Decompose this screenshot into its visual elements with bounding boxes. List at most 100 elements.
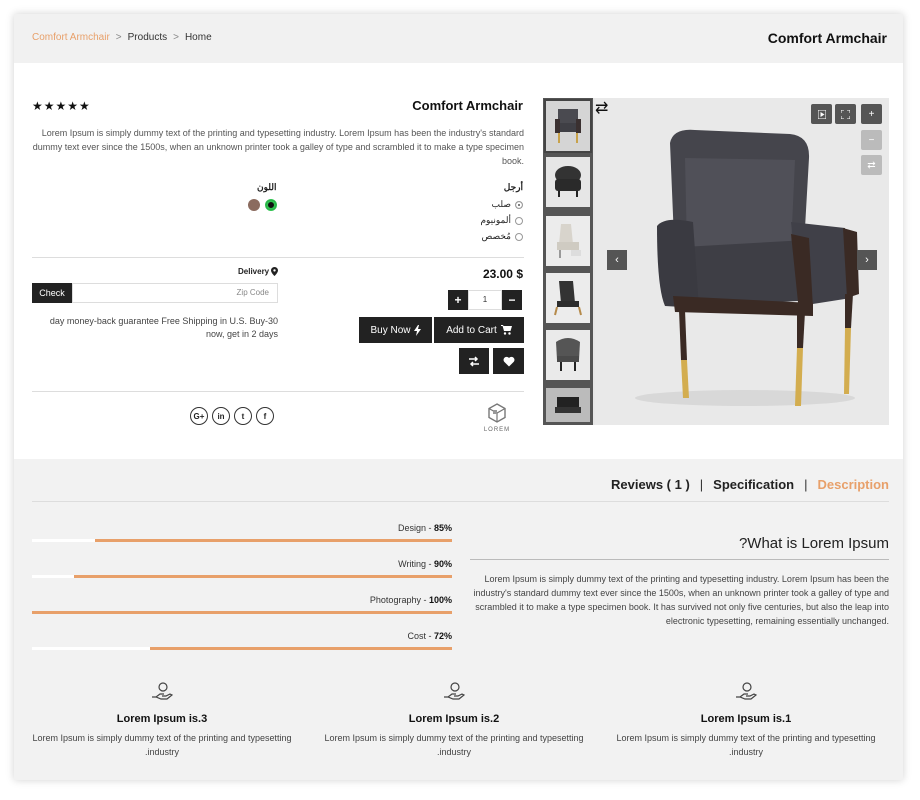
skill-track — [32, 611, 452, 614]
skill-percent: 100% — [428, 595, 452, 605]
chevron-right-icon: > — [173, 32, 179, 43]
skill-percent: 85% — [433, 523, 452, 533]
skill-bar-writing: Writing - 90% — [32, 559, 452, 578]
divider — [32, 257, 524, 258]
breadcrumb: Comfort Armchair > Products > Home — [32, 32, 212, 43]
thumbnail-2[interactable] — [546, 157, 590, 207]
armchair-image — [595, 98, 889, 425]
about-title: ?What is Lorem Ipsum — [738, 535, 889, 552]
google-plus-icon[interactable]: G+ — [190, 407, 208, 425]
brand-name: LOREM — [483, 427, 511, 433]
tab-specification[interactable]: Specification — [713, 477, 794, 492]
check-button[interactable]: Check — [32, 283, 72, 303]
armchair-thumbnail-icon — [555, 397, 581, 413]
linkedin-icon[interactable]: in — [212, 407, 230, 425]
radio-selected-icon[interactable] — [515, 200, 523, 209]
skill-fill — [74, 575, 452, 578]
tab-description[interactable]: Description — [817, 477, 889, 492]
skill-fill — [32, 611, 452, 614]
page-title: Comfort Armchair — [767, 30, 887, 46]
feature-text: Lorem Ipsum is simply dummy text of the … — [32, 733, 292, 757]
skill-name: Writing — [398, 559, 426, 569]
thumbnail-4[interactable] — [546, 273, 590, 323]
feature-title: Lorem Ipsum is.1 — [700, 713, 792, 725]
reset-icon[interactable]: ⇄ — [861, 155, 882, 175]
quantity-input[interactable]: 1 — [468, 290, 502, 310]
skill-label: Design - 85% — [397, 523, 452, 533]
brand-logo: LOREM — [482, 402, 512, 433]
skill-track — [32, 575, 452, 578]
color-swatch-brown[interactable] — [248, 199, 260, 211]
thumbnail-1[interactable] — [544, 99, 592, 153]
swap-arrows-icon[interactable]: ⇄ — [595, 98, 608, 118]
zoom-out-icon[interactable]: − — [861, 130, 882, 150]
top-bar: Comfort Armchair > Products > Home Comfo… — [14, 14, 903, 63]
lightning-icon — [413, 324, 421, 336]
skill-label: Cost - 72% — [407, 631, 452, 641]
feature-card-3: Lorem Ipsum is.3 Lorem Ipsum is simply d… — [26, 681, 298, 759]
breadcrumb-current: Comfort Armchair — [32, 32, 110, 43]
legs-label: أرجل — [503, 182, 523, 192]
thumbnail-6[interactable] — [546, 388, 590, 422]
product-title: Comfort Armchair — [412, 98, 523, 113]
leg-option-solid[interactable]: صلب — [492, 199, 523, 210]
delivery-text: Delivery — [238, 267, 270, 276]
divider — [470, 559, 889, 560]
hand-coin-icon — [610, 681, 882, 707]
guarantee-text: day money-back guarantee Free Shipping i… — [49, 316, 278, 339]
thumbnail-3[interactable] — [546, 216, 590, 266]
armchair-thumbnail-icon — [557, 224, 581, 258]
tab-reviews[interactable]: Reviews ( 1 ) — [611, 477, 690, 492]
breadcrumb-link-home[interactable]: Home — [185, 32, 212, 43]
compare-button[interactable] — [459, 348, 489, 374]
cart-icon — [500, 325, 512, 335]
color-label: اللون — [257, 182, 277, 192]
compare-arrows-icon — [469, 355, 479, 367]
skill-name: Cost — [407, 631, 426, 641]
zoom-in-icon[interactable]: + — [861, 104, 882, 124]
armchair-thumbnail-icon — [554, 281, 582, 316]
feature-title: Lorem Ipsum is.2 — [408, 713, 500, 725]
buy-now-button[interactable]: Buy Now — [359, 317, 432, 343]
divider — [32, 391, 524, 392]
product-gallery: ⇄ + − ⇄ ‹ › — [543, 98, 889, 425]
twitter-icon[interactable]: t — [234, 407, 252, 425]
quantity-decrease-button[interactable]: − — [502, 290, 522, 310]
map-pin-icon — [271, 267, 279, 276]
hand-coin-icon — [318, 681, 590, 707]
add-to-cart-button[interactable]: Add to Cart — [434, 317, 524, 343]
product-price: 23.00 $ — [482, 267, 523, 281]
skill-name: Design — [397, 523, 426, 533]
skill-bar-photography: Photography - 100% — [32, 595, 452, 614]
heart-icon — [503, 356, 514, 366]
breadcrumb-link-products[interactable]: Products — [128, 32, 167, 43]
armchair-thumbnail-icon — [556, 338, 580, 371]
quantity-increase-button[interactable]: + — [448, 290, 468, 310]
leg-option-aluminium[interactable]: ألمونيوم — [480, 215, 523, 226]
main-product-image — [595, 98, 889, 425]
skill-bar-cost: Cost - 72% — [32, 631, 452, 650]
leg-option-custom[interactable]: مُخصص — [482, 231, 523, 242]
prev-image-icon[interactable]: ‹ — [607, 250, 627, 270]
box-logo-icon — [488, 403, 506, 423]
about-text: Lorem Ipsum is simply dummy text of the … — [473, 574, 889, 626]
skill-percent: 90% — [433, 559, 452, 569]
play-icon[interactable] — [811, 104, 832, 124]
color-swatch-black[interactable] — [265, 199, 277, 211]
feature-title: Lorem Ipsum is.3 — [116, 713, 208, 725]
radio-icon[interactable] — [515, 216, 523, 225]
skill-track — [32, 647, 452, 650]
hand-coin-icon — [26, 681, 298, 707]
skill-fill — [149, 647, 452, 650]
feature-card-2: Lorem Ipsum is.2 Lorem Ipsum is simply d… — [318, 681, 590, 759]
next-image-icon[interactable]: › — [857, 250, 877, 270]
fullscreen-icon[interactable] — [835, 104, 856, 124]
radio-icon[interactable] — [515, 232, 523, 241]
zip-code-input[interactable]: Zip Code — [72, 283, 278, 303]
thumbnail-5[interactable] — [546, 330, 590, 380]
wishlist-button[interactable] — [493, 348, 524, 374]
rating-stars: ★★★★★ — [32, 99, 91, 113]
armchair-thumbnail-icon — [555, 109, 581, 143]
facebook-icon[interactable]: f — [256, 407, 274, 425]
feature-card-1: Lorem Ipsum is.1 Lorem Ipsum is simply d… — [610, 681, 882, 759]
